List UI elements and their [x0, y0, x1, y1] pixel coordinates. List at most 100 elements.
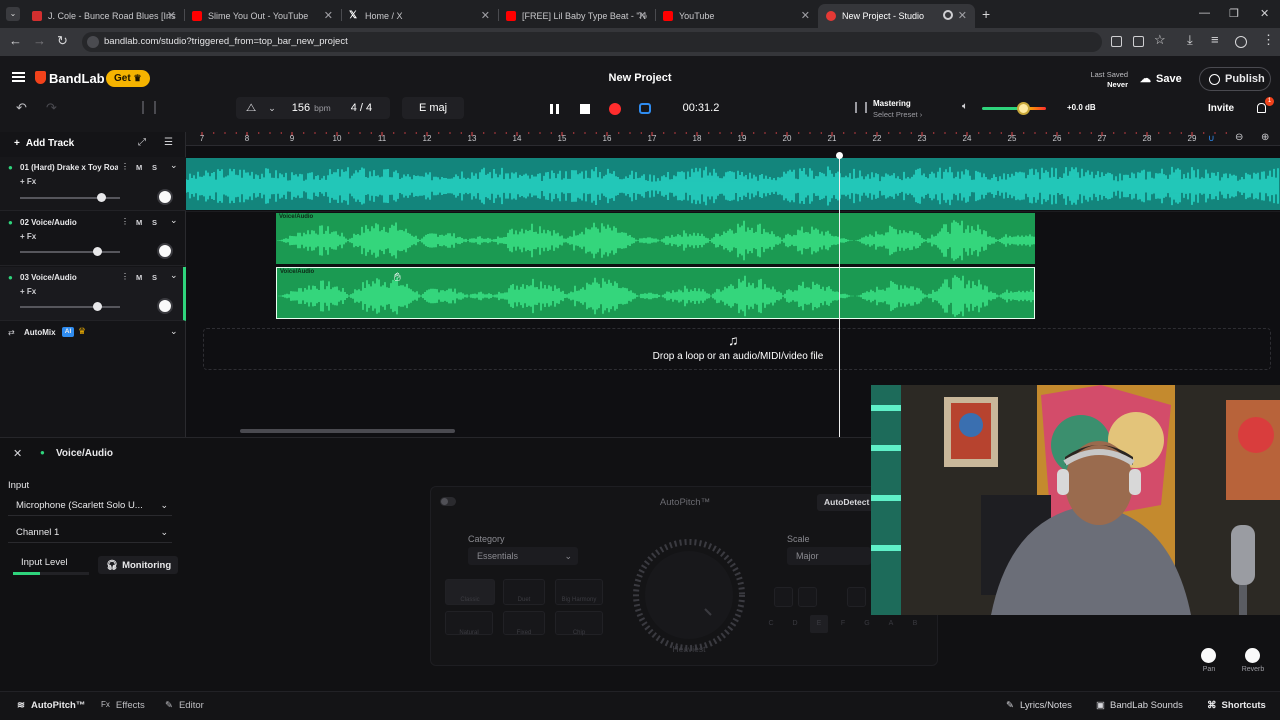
track-name[interactable]: 03 Voice/Audio	[20, 273, 118, 282]
browser-tab[interactable]: YouTube ✕	[655, 4, 818, 28]
tab-close-icon[interactable]: ✕	[324, 9, 333, 22]
browser-tab[interactable]: Slime You Out - YouTube ✕	[184, 4, 341, 28]
project-title[interactable]: New Project	[560, 72, 720, 84]
browser-tab[interactable]: J. Cole - Bunce Road Blues [Instr ✕	[24, 4, 184, 28]
piano-key[interactable]: C	[762, 615, 780, 633]
input-device-select[interactable]: Microphone (Scarlett Solo U... ⌄	[8, 496, 172, 516]
close-panel-icon[interactable]: ✕	[13, 447, 22, 460]
media-control-icon[interactable]: ≡	[1211, 32, 1219, 47]
shortcuts-button[interactable]: ⌘ Shortcuts	[1207, 700, 1266, 711]
reload-icon[interactable]: ↻	[57, 33, 68, 49]
browser-menu-icon[interactable]: ⋮	[1262, 32, 1275, 48]
tab-effects[interactable]: Fx Effects	[101, 700, 145, 711]
track-expand-chevron-icon[interactable]: ⌄	[170, 215, 178, 226]
pan-knob[interactable]	[157, 189, 173, 205]
tab-search-icon[interactable]: ⌄	[6, 7, 20, 21]
hamburger-menu-icon[interactable]	[12, 72, 25, 82]
volume-slider[interactable]	[20, 306, 120, 308]
master-volume-knob[interactable]	[1017, 102, 1030, 115]
automix-row[interactable]: ⇄ AutoMix AI ♛ ⌄	[0, 324, 186, 344]
pan-knob-large[interactable]	[1201, 648, 1216, 663]
pause-icon[interactable]	[550, 104, 559, 114]
minimize-icon[interactable]: —	[1199, 7, 1210, 19]
lyrics-notes-button[interactable]: ✎ Lyrics/Notes	[1006, 700, 1072, 711]
autodetect-button[interactable]: AutoDetect	[817, 494, 877, 511]
add-fx-button[interactable]: + Fx	[20, 232, 36, 241]
add-fx-button[interactable]: + Fx	[20, 287, 36, 296]
profile-icon[interactable]	[1235, 36, 1247, 48]
piano-key[interactable]: G	[858, 615, 876, 633]
time-signature[interactable]: 4 / 4	[351, 102, 372, 114]
timeline-ruler[interactable]: 7 8 9 10 11 12 13 14 15 16 17 18 19 20 21 22 23 24 25 26 27 2…	[186, 132, 1280, 146]
publish-button[interactable]: Publish	[1199, 67, 1271, 91]
audio-clip-vocal[interactable]: Voice/Audio	[276, 213, 1035, 264]
bandlab-logo-icon[interactable]	[35, 71, 46, 84]
bandlab-sounds-button[interactable]: ▣ BandLab Sounds	[1096, 700, 1183, 711]
get-membership-button[interactable]: Get ♛	[106, 70, 150, 87]
mastering-label[interactable]: Mastering	[873, 99, 911, 108]
key-selector[interactable]: E maj	[402, 97, 464, 119]
track-settings-icon[interactable]: ☰	[164, 137, 173, 148]
track-expand-chevron-icon[interactable]: ⌄	[170, 270, 178, 281]
volume-knob[interactable]	[92, 247, 102, 256]
track-header-selected[interactable]: ● 03 Voice/Audio + Fx ⋮ M S ⌄	[0, 267, 186, 321]
track-header[interactable]: ● 01 (Hard) Drake x Toy Road + Fx ⋮ M S …	[0, 157, 186, 211]
track-expand-chevron-icon[interactable]: ⌄	[170, 160, 178, 171]
volume-slider[interactable]	[20, 251, 120, 253]
drop-zone[interactable]: ♫ Drop a loop or an audio/MIDI/video fil…	[203, 328, 1271, 370]
new-tab-button[interactable]: +	[982, 6, 990, 22]
add-track-button[interactable]: + Add Track	[14, 138, 74, 149]
loop-library-icon[interactable]	[142, 101, 156, 114]
speaker-mute-icon[interactable]: 🔈︎	[962, 101, 968, 112]
scale-key-sharp[interactable]	[798, 587, 817, 607]
mastering-icon[interactable]	[855, 102, 867, 113]
category-select[interactable]: Essentials ⌄	[468, 547, 578, 565]
tab-close-icon[interactable]: ✕	[167, 9, 176, 22]
piano-key[interactable]: B	[906, 615, 924, 633]
playhead[interactable]	[836, 152, 843, 437]
redo-icon[interactable]: ↷	[46, 100, 57, 116]
tab-autopitch[interactable]: ≋ AutoPitch™	[17, 700, 85, 711]
browser-tab[interactable]: 𝕏 Home / X ✕	[341, 4, 498, 28]
save-button[interactable]: ☁ Save	[1140, 72, 1182, 86]
master-volume-slider[interactable]	[982, 107, 1046, 110]
piano-key[interactable]: A	[882, 615, 900, 633]
browser-tab[interactable]: [FREE] Lil Baby Type Beat - "Ne ✕	[498, 4, 655, 28]
bpm-value[interactable]: 156	[292, 102, 310, 114]
scale-key-sharp[interactable]	[847, 587, 866, 607]
brand-name[interactable]: BandLab	[49, 71, 105, 86]
record-icon[interactable]	[609, 103, 621, 115]
download-icon[interactable]: ⤓	[1187, 32, 1193, 48]
reverb-knob[interactable]	[1245, 648, 1260, 663]
track-name[interactable]: 02 Voice/Audio	[20, 218, 118, 227]
zoom-out-icon[interactable]: ⊖	[1235, 132, 1243, 143]
mastering-preset[interactable]: Select Preset ›	[873, 110, 922, 119]
bookmark-star-icon[interactable]: ☆	[1154, 32, 1166, 48]
track-menu-icon[interactable]: ⋮	[121, 217, 129, 226]
snap-magnet-icon[interactable]: ∪	[1208, 133, 1215, 144]
scale-select[interactable]: Major	[787, 547, 871, 565]
audio-clip-beat[interactable]	[186, 158, 1280, 210]
track-name[interactable]: 01 (Hard) Drake x Toy Road	[20, 163, 118, 172]
autopitch-knob[interactable]	[633, 539, 745, 651]
solo-button[interactable]: S	[152, 218, 157, 227]
solo-button[interactable]: S	[152, 273, 157, 282]
browser-tab-active[interactable]: New Project - Studio ✕	[818, 4, 975, 28]
autopitch-toggle[interactable]	[440, 497, 456, 506]
undo-icon[interactable]: ↶	[16, 100, 27, 116]
tab-editor[interactable]: ✎ Editor	[165, 700, 204, 711]
url-bar[interactable]: bandlab.com/studio?triggered_from=top_ba…	[82, 32, 1102, 52]
tools-icon[interactable]: ⤢	[138, 137, 146, 148]
mute-button[interactable]: M	[136, 218, 142, 227]
mute-button[interactable]: M	[136, 163, 142, 172]
back-icon[interactable]: ←	[9, 33, 22, 48]
volume-knob[interactable]	[96, 193, 106, 202]
tab-close-icon[interactable]: ✕	[481, 9, 490, 22]
site-info-icon[interactable]	[87, 36, 99, 48]
track-menu-icon[interactable]: ⋮	[121, 162, 129, 171]
tab-audio-icon[interactable]	[943, 10, 953, 20]
add-fx-button[interactable]: + Fx	[20, 177, 36, 186]
piano-key[interactable]: E	[810, 615, 828, 633]
stop-icon[interactable]	[580, 104, 590, 114]
solo-button[interactable]: S	[152, 163, 157, 172]
